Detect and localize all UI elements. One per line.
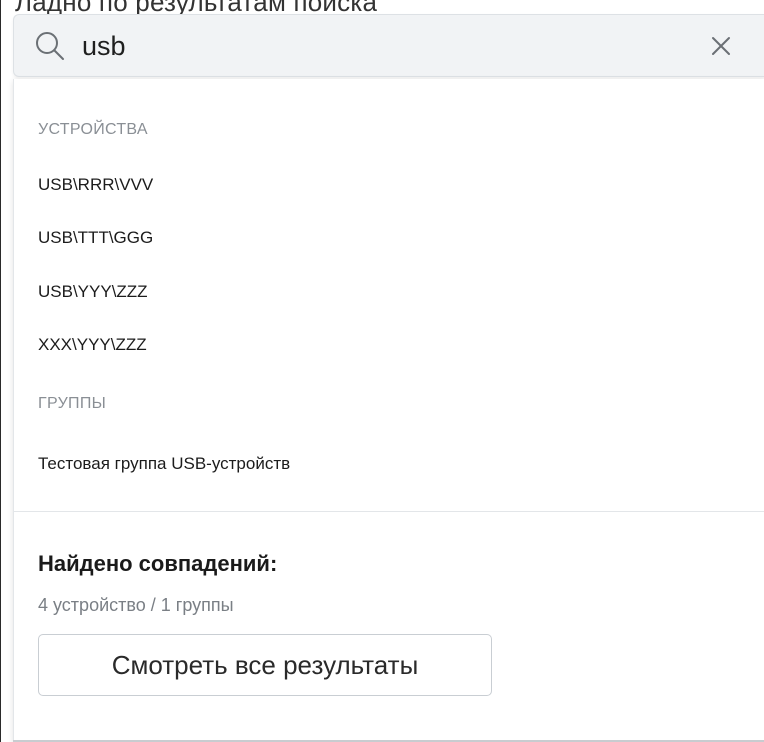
device-result-item[interactable]: USB\TTT\GGG <box>38 228 153 248</box>
device-result-item[interactable]: USB\YYY\ZZZ <box>38 282 148 302</box>
search-dropdown-window: Ладно по результатам поиска УСТРОЙСТВА U… <box>0 0 764 742</box>
search-results-dropdown: УСТРОЙСТВА USB\RRR\VVV USB\TTT\GGG USB\Y… <box>13 79 764 742</box>
divider <box>14 511 764 512</box>
search-icon <box>34 30 66 62</box>
search-bar[interactable] <box>13 14 764 77</box>
device-result-item[interactable]: XXX\YYY\ZZZ <box>38 335 147 355</box>
matches-count-text: 4 устройство / 1 группы <box>38 595 234 615</box>
view-all-results-button[interactable]: Смотреть все результаты <box>38 634 492 696</box>
search-input[interactable] <box>82 25 662 67</box>
device-result-item[interactable]: USB\RRR\VVV <box>38 175 153 195</box>
close-icon[interactable] <box>707 32 735 60</box>
groups-section-heading: ГРУППЫ <box>38 395 107 412</box>
devices-section-heading: УСТРОЙСТВА <box>38 121 148 138</box>
matches-found-title: Найдено совпадений: <box>38 551 278 576</box>
group-result-item[interactable]: Тестовая группа USB-устройств <box>38 454 290 474</box>
